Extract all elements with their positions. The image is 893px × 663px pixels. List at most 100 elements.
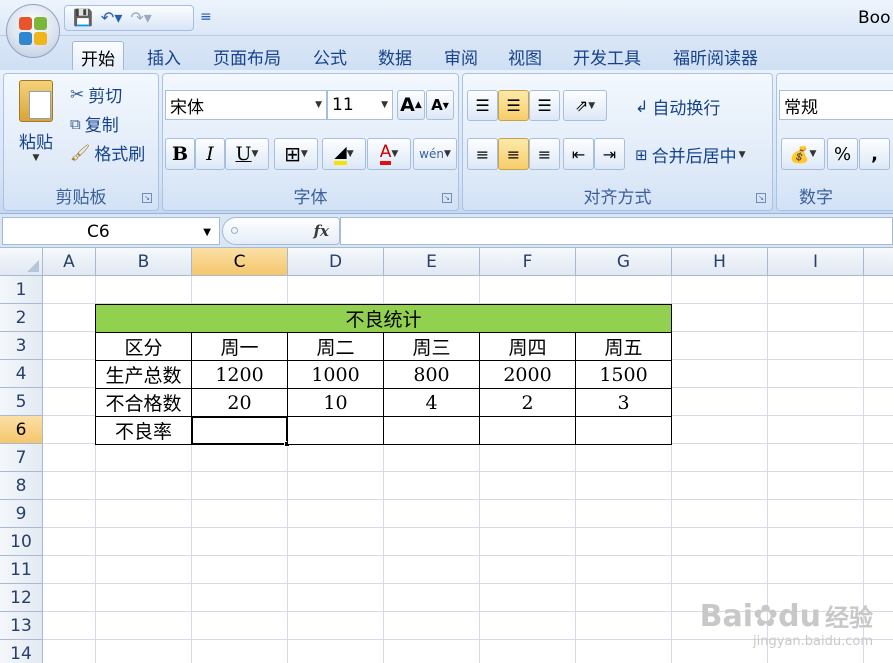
align-bottom-button[interactable]: ☰ — [529, 90, 560, 121]
font-color-button[interactable]: A ▼ — [367, 138, 411, 170]
column-header-b[interactable]: B — [96, 248, 192, 276]
increase-indent-button[interactable]: ⇥ — [594, 138, 625, 170]
align-left-button[interactable]: ≡ — [467, 138, 498, 170]
row-header[interactable]: 5 — [0, 388, 43, 416]
tab-page-layout[interactable]: 页面布局 — [205, 41, 289, 70]
column-header-f[interactable]: F — [480, 248, 576, 276]
data-cell[interactable] — [575, 416, 672, 445]
formula-input[interactable] — [340, 217, 893, 245]
copy-button[interactable]: ⧉ 复制 — [70, 111, 119, 137]
font-name-select[interactable]: 宋体 ▼ — [165, 90, 327, 120]
resize-dot-icon[interactable] — [231, 227, 238, 234]
row-label-cell[interactable]: 不良率 — [95, 416, 192, 445]
header-cell[interactable]: 区分 — [95, 332, 192, 361]
tab-data[interactable]: 数据 — [370, 41, 420, 70]
row-header[interactable]: 13 — [0, 612, 43, 640]
italic-button[interactable]: I — [195, 138, 225, 170]
header-cell[interactable]: 周一 — [191, 332, 288, 361]
row-header[interactable]: 1 — [0, 276, 43, 304]
row-header[interactable]: 14 — [0, 640, 43, 663]
align-center-button[interactable]: ≡ — [498, 138, 529, 170]
data-cell[interactable]: 2 — [479, 388, 576, 417]
decrease-indent-button[interactable]: ⇤ — [563, 138, 594, 170]
data-cell[interactable]: 800 — [383, 360, 480, 389]
row-header[interactable]: 2 — [0, 304, 43, 332]
shrink-font-button[interactable]: A ▼ — [426, 90, 454, 120]
column-header-a[interactable]: A — [43, 248, 96, 276]
header-cell[interactable]: 周三 — [383, 332, 480, 361]
row-header[interactable]: 6 — [0, 416, 43, 444]
data-cell[interactable] — [287, 416, 384, 445]
data-cell[interactable]: 20 — [191, 388, 288, 417]
paste-dropdown-icon[interactable]: ▼ — [33, 153, 40, 163]
tab-view[interactable]: 视图 — [500, 41, 550, 70]
grow-font-button[interactable]: A ▲ — [397, 90, 425, 120]
customize-qat-icon[interactable]: ≡ — [200, 7, 212, 27]
save-icon[interactable]: 💾 — [73, 8, 93, 28]
tab-home[interactable]: 开始 — [72, 41, 124, 70]
active-cell-c6[interactable] — [191, 416, 290, 447]
data-cell[interactable]: 2000 — [479, 360, 576, 389]
data-cell[interactable]: 3 — [575, 388, 672, 417]
header-cell[interactable]: 周二 — [287, 332, 384, 361]
fill-color-button[interactable]: ◢ ▼ — [322, 138, 366, 170]
column-header-e[interactable]: E — [384, 248, 480, 276]
tab-formulas[interactable]: 公式 — [305, 41, 355, 70]
row-label-cell[interactable]: 生产总数 — [95, 360, 192, 389]
bold-button[interactable]: B — [165, 138, 195, 170]
font-size-select[interactable]: 11 ▼ — [327, 90, 393, 120]
data-cell[interactable] — [383, 416, 480, 445]
cut-button[interactable]: ✂ 剪切 — [70, 82, 122, 108]
column-header-j[interactable] — [864, 248, 893, 276]
row-header[interactable]: 10 — [0, 528, 43, 556]
number-format-select[interactable]: 常规 — [779, 90, 893, 120]
data-cell[interactable]: 1500 — [575, 360, 672, 389]
data-cell[interactable]: 10 — [287, 388, 384, 417]
merge-center-button[interactable]: ⊞ 合并后居中 ▼ — [635, 142, 746, 168]
tab-developer[interactable]: 开发工具 — [565, 41, 649, 70]
row-header[interactable]: 8 — [0, 472, 43, 500]
row-header[interactable]: 7 — [0, 444, 43, 472]
dialog-launcher-icon[interactable]: ↘ — [442, 193, 452, 203]
align-top-button[interactable]: ☰ — [467, 90, 498, 121]
wrap-text-button[interactable]: ↲ 自动换行 — [635, 94, 720, 119]
column-header-c[interactable]: C — [192, 248, 288, 276]
format-painter-button[interactable]: 🖌 格式刷 — [70, 140, 145, 165]
header-cell[interactable]: 周五 — [575, 332, 672, 361]
row-header[interactable]: 11 — [0, 556, 43, 584]
tab-insert[interactable]: 插入 — [139, 41, 189, 70]
row-header[interactable]: 3 — [0, 332, 43, 360]
column-header-d[interactable]: D — [288, 248, 384, 276]
paste-button[interactable]: 粘贴 ▼ — [10, 76, 62, 176]
phonetic-button[interactable]: wén ▼ — [413, 138, 457, 170]
table-title-cell[interactable]: 不良统计 — [95, 304, 672, 333]
align-right-button[interactable]: ≡ — [529, 138, 560, 170]
data-cell[interactable]: 1000 — [287, 360, 384, 389]
column-header-i[interactable]: I — [768, 248, 864, 276]
orientation-button[interactable]: ⇗ ▼ — [563, 90, 607, 121]
select-all-button[interactable] — [0, 248, 43, 276]
header-cell[interactable]: 周四 — [479, 332, 576, 361]
dialog-launcher-icon[interactable]: ↘ — [142, 193, 152, 203]
redo-icon[interactable]: ↷▾ — [130, 8, 151, 28]
data-cell[interactable]: 4 — [383, 388, 480, 417]
column-header-g[interactable]: G — [576, 248, 672, 276]
chevron-down-icon[interactable]: ▼ — [203, 227, 211, 238]
tab-review[interactable]: 审阅 — [436, 41, 486, 70]
data-cell[interactable] — [479, 416, 576, 445]
underline-button[interactable]: U ▼ — [225, 138, 269, 170]
tab-foxit-reader[interactable]: 福昕阅读器 — [665, 41, 766, 70]
row-header[interactable]: 12 — [0, 584, 43, 612]
name-box[interactable]: C6 ▼ — [2, 217, 220, 245]
row-header[interactable]: 9 — [0, 500, 43, 528]
column-header-h[interactable]: H — [672, 248, 768, 276]
office-button[interactable] — [6, 4, 60, 58]
comma-style-button[interactable]: , — [859, 138, 890, 170]
accounting-format-button[interactable]: 💰 ▼ — [781, 138, 825, 170]
data-cell[interactable]: 1200 — [191, 360, 288, 389]
dialog-launcher-icon[interactable]: ↘ — [756, 193, 766, 203]
borders-button[interactable]: ⊞ ▼ — [274, 138, 318, 170]
row-label-cell[interactable]: 不合格数 — [95, 388, 192, 417]
align-middle-button[interactable]: ☰ — [498, 90, 529, 121]
percent-button[interactable]: % — [827, 138, 858, 170]
